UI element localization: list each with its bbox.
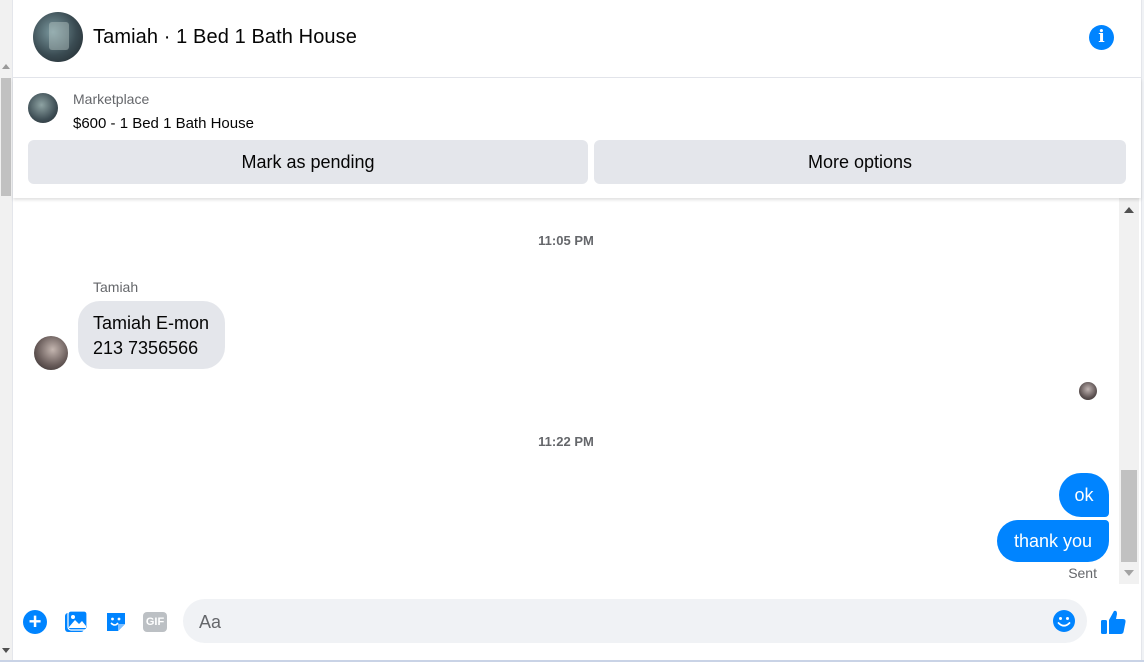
timestamp: 11:05 PM <box>538 233 594 248</box>
message-list[interactable]: 11:05 PM Tamiah Tamiah E-mon 213 7356566… <box>13 198 1141 584</box>
scrollbar-thumb[interactable] <box>1121 470 1137 562</box>
emoji-icon[interactable] <box>1052 609 1076 633</box>
incoming-message-bubble[interactable]: Tamiah E-mon 213 7356566 <box>78 301 225 369</box>
outgoing-message-bubble[interactable]: ok <box>1059 473 1109 517</box>
scroll-down-arrow[interactable] <box>2 648 10 653</box>
message-input[interactable] <box>197 599 1031 645</box>
thumbs-up-icon[interactable] <box>1099 608 1127 636</box>
scroll-up-arrow[interactable] <box>2 64 10 69</box>
plus-icon[interactable]: + <box>23 610 47 634</box>
sender-name: Tamiah <box>93 279 139 295</box>
marketplace-listing-banner: Marketplace $600 - 1 Bed 1 Bath House Ma… <box>13 78 1141 198</box>
contact-avatar[interactable] <box>33 12 83 62</box>
message-line: Tamiah E-mon <box>93 313 210 333</box>
page-scrollbar[interactable] <box>0 0 12 662</box>
info-icon[interactable]: i <box>1089 25 1114 50</box>
message-input-container <box>183 599 1087 645</box>
sticker-icon[interactable] <box>104 610 128 634</box>
message-line: 213 7356566 <box>93 338 199 358</box>
listing-title[interactable]: $600 - 1 Bed 1 Bath House <box>73 115 254 132</box>
seen-receipt-avatar <box>1079 382 1097 400</box>
timestamp: 11:22 PM <box>538 434 594 449</box>
scroll-up-arrow[interactable] <box>1124 207 1134 213</box>
chat-header: Tamiah · 1 Bed 1 Bath House i <box>13 0 1141 78</box>
message-scrollbar[interactable] <box>1119 198 1139 584</box>
gif-icon[interactable]: GIF <box>143 612 167 632</box>
chat-title[interactable]: Tamiah · 1 Bed 1 Bath House <box>93 26 357 49</box>
more-options-button[interactable]: More options <box>594 140 1126 184</box>
mark-as-pending-button[interactable]: Mark as pending <box>28 140 588 184</box>
sender-avatar[interactable] <box>34 336 68 370</box>
scroll-down-arrow[interactable] <box>1124 570 1134 576</box>
marketplace-label: Marketplace <box>73 91 150 107</box>
photo-icon[interactable] <box>64 610 88 634</box>
outgoing-message-bubble[interactable]: thank you <box>997 520 1109 562</box>
message-composer: + GIF <box>13 584 1141 660</box>
chat-window: Tamiah · 1 Bed 1 Bath House i Marketplac… <box>12 0 1142 660</box>
listing-thumbnail[interactable] <box>28 93 58 123</box>
sent-status: Sent <box>1068 565 1097 581</box>
scrollbar-thumb[interactable] <box>1 78 11 196</box>
